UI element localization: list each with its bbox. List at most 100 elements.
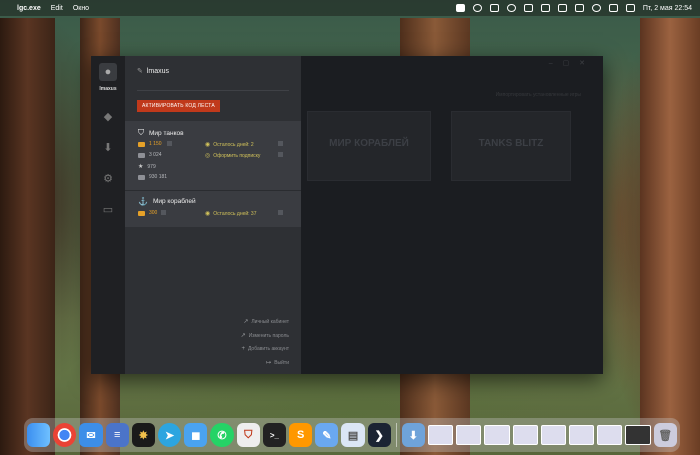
menu-bar: lgc.exe Edit Окно Пт, 2 мая 22:54 [0,0,700,16]
activate-code-button[interactable]: АКТИВИРОВАТЬ КОД ЛЕСТА [137,100,220,112]
plus-icon[interactable] [278,210,283,215]
star-icon: ★ [138,164,144,170]
dock-separator [395,423,397,447]
logout-icon: ↦ [266,360,272,366]
status-wifi-icon[interactable] [574,4,584,12]
external-link-icon: ↗ [240,333,246,339]
preview-icon[interactable]: ▤ [341,423,365,447]
premium-icon: ◉ [205,211,211,217]
status-stack-icon[interactable] [489,4,499,12]
status-circle-icon[interactable] [506,4,516,12]
stat-xp: 979 [147,163,156,170]
window-thumbnail[interactable] [456,425,482,445]
menu-datetime[interactable]: Пт, 2 мая 22:54 [643,5,692,12]
finder-icon[interactable] [27,423,51,447]
status-cloud-icon[interactable] [472,4,482,12]
whatsapp-icon[interactable]: ✆ [210,423,234,447]
plus-icon[interactable] [167,141,172,146]
sidebar-chat-icon[interactable]: ▭ [103,203,113,216]
sidebar-games-icon[interactable]: ◆ [104,110,112,123]
messages-icon[interactable]: ◼ [184,423,208,447]
shield-icon: ⛉ [138,128,144,137]
doubloon-icon [138,210,145,216]
status-search-icon[interactable] [591,4,601,12]
menu-app-name[interactable]: lgc.exe [17,5,41,12]
plus-icon[interactable] [278,152,283,157]
status-display-icon[interactable] [540,4,550,12]
account-links: ↗ Личный кабинет ↗ Изменить пароль + Добави… [240,311,289,367]
link-logout[interactable]: ↦ Выйти [241,359,289,367]
subscription-icon: ◎ [205,153,211,159]
user-icon: ● [104,66,112,78]
tile-title: TANKS BLITZ [478,138,544,149]
dock: ✉ ≡ ✸ ➤ ◼ ✆ ⛉ >_ S ✎ ▤ ❯ ⬇ 🗑 [24,418,680,452]
anchor-icon: ⚓ [138,197,148,206]
tree-trunk [0,18,55,455]
game-app-icon[interactable]: ⛉ [236,423,260,447]
premium-icon: ◉ [205,142,211,148]
sidebar-settings-icon[interactable]: ⚙ [103,172,113,185]
gold-icon [138,141,145,147]
divider [137,90,289,91]
window-controls[interactable]: – ▢ ✕ [549,59,589,67]
window-thumbnail[interactable] [540,425,567,445]
days-left: Осталось дней: 2 [213,141,254,148]
app-window: ● lmaxus ◆ ⬇ ⚙ ▭ ✎ lmaxus АКТИВИРОВАТЬ К… [91,56,603,374]
game-block-wows: ⚓ Мир кораблей 300 ◉ Осталось дней: 37 [125,190,301,227]
sidebar-username: lmaxus [99,86,117,92]
sidebar: ● lmaxus ◆ ⬇ ⚙ ▭ [91,56,125,374]
credits-icon [138,152,145,158]
status-list-icon[interactable] [523,4,533,12]
game-title: Мир танков [149,129,184,137]
games-content: – ▢ ✕ Импортировать установленные игры М… [301,56,603,374]
game-title: Мир кораблей [152,198,196,205]
trash-icon[interactable]: 🗑 [653,423,677,447]
import-games-link[interactable]: Импортировать установленные игры [496,92,581,98]
game-block-wot: ⛉ Мир танков 1 150 3 024 ★ 979 930 181 ◉ [125,121,301,190]
edit-icon[interactable]: ✎ [137,67,143,75]
link-cabinet[interactable]: ↗ Личный кабинет [241,318,289,326]
avatar[interactable]: ● [99,63,117,81]
account-panel: ✎ lmaxus АКТИВИРОВАТЬ КОД ЛЕСТА ⛉ Мир та… [125,56,301,374]
window-thumbnail[interactable] [484,425,510,445]
stat-silver: 930 181 [149,174,168,180]
notes-icon[interactable]: ✎ [315,423,339,447]
game-tile-wows[interactable]: МИР КОРАБЛЕЙ [307,111,431,181]
settings-icon[interactable]: ≡ [105,423,129,447]
plus-icon[interactable] [278,141,283,146]
status-app-icon[interactable] [455,4,465,12]
terminal-icon[interactable]: >_ [262,423,287,447]
link-change-password[interactable]: ↗ Изменить пароль [240,332,289,340]
menu-window[interactable]: Окно [73,5,89,12]
window-thumbnail[interactable] [597,425,623,445]
sidebar-download-icon[interactable]: ⬇ [103,141,112,154]
window-thumbnail[interactable] [625,425,651,445]
panel-username: lmaxus [146,67,170,75]
mail-icon[interactable]: ✉ [79,423,103,447]
sublime-icon[interactable]: S [289,423,313,447]
external-link-icon: ↗ [243,319,249,325]
plus-icon[interactable] [161,210,166,215]
telegram-icon[interactable]: ➤ [158,423,182,447]
stat-doubloons: 300 [149,210,158,216]
subscribe-link[interactable]: Оформить подписку [213,153,260,159]
remote-icon[interactable]: ❯ [367,423,391,447]
stat-credits: 3 024 [149,152,162,158]
status-control-center-icon[interactable] [625,4,635,12]
window-thumbnail[interactable] [569,425,595,445]
silver-icon [138,174,145,180]
downloads-icon[interactable]: ⬇ [401,423,426,447]
chrome-icon[interactable] [53,423,77,447]
plus-icon: + [241,346,245,352]
status-battery-icon[interactable] [557,4,567,12]
menu-edit[interactable]: Edit [51,5,63,12]
stat-gold: 1 150 [149,141,162,147]
tree-trunk [640,18,700,455]
tile-title: МИР КОРАБЛЕЙ [329,138,409,149]
window-thumbnail[interactable] [428,425,454,445]
game-tile-blitz[interactable]: TANKS BLITZ [451,111,571,181]
star-app-icon[interactable]: ✸ [131,423,156,447]
status-input-icon[interactable] [608,4,618,12]
window-thumbnail[interactable] [512,425,538,445]
link-add-account[interactable]: + Добавить аккаунт [241,346,289,352]
